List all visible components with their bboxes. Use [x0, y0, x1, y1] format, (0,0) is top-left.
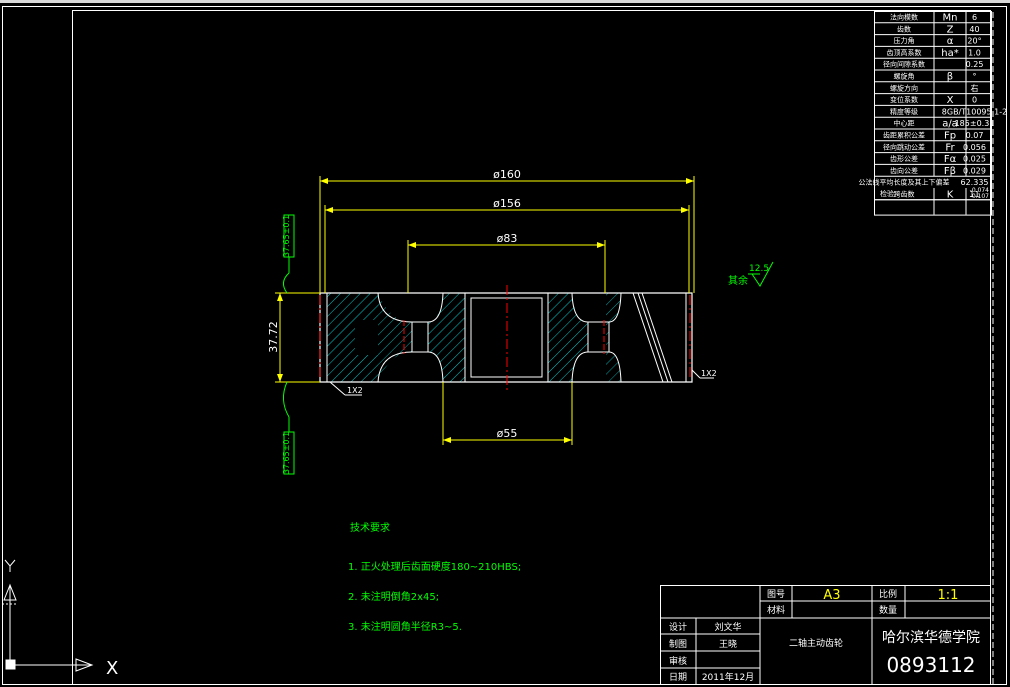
param-symbol: K	[947, 190, 954, 201]
param-symbol: Fα	[944, 154, 957, 165]
param-label: 跨齿数	[894, 190, 915, 199]
dim-d83: ø83	[497, 232, 518, 245]
tb-checker-label: 审核	[669, 655, 687, 667]
param-symbol: Fr	[945, 142, 955, 153]
note-item-3: 3. 未注明圆角半径R3~5.	[348, 620, 462, 633]
notes-title: 技术要求	[350, 521, 390, 534]
param-label: 中心距	[894, 119, 915, 128]
gear-parameter-table: 法向模数 Mn 6 齿数 Z 40 压力角 α 20° 齿顶高系数 ha* 1.0 径向间隙系数 0.25…	[859, 11, 1007, 216]
param-label: 径向跳动公差	[883, 142, 925, 151]
roughness-label: 其余	[728, 274, 748, 287]
param-value: 0.25	[966, 60, 984, 69]
tb-sheet-no-label: 图号	[767, 589, 785, 600]
tb-scale-label: 比例	[879, 588, 897, 600]
param-symbol: β	[947, 72, 953, 83]
cad-drawing: ø160 ø156 ø83 ø55 37.72 1X2 1X2 37.65±0.…	[0, 0, 1010, 685]
param-symbol: Fp	[944, 131, 956, 142]
tb-date: 2011年12月	[702, 671, 754, 683]
chamfer-left-label: 1X2	[347, 386, 363, 395]
param-value: 62.335	[961, 178, 989, 187]
param-value: 1.0	[968, 48, 981, 57]
tb-part-name: 二轴主动齿轮	[789, 637, 843, 649]
param-check-group: 检验	[880, 189, 894, 198]
outer-frame	[2, 6, 1007, 685]
param-symbol: Z	[947, 24, 954, 35]
param-label: 法向模数	[890, 13, 918, 22]
tb-material-label: 材料	[767, 604, 785, 616]
tolerance-lower: 37.65±0.1	[282, 432, 291, 474]
note-item-2: 2. 未注明倒角2x45;	[348, 590, 439, 603]
param-label: 径向间隙系数	[883, 60, 925, 69]
tb-scale: 1:1	[938, 588, 959, 603]
window-top-strip	[0, 0, 1010, 3]
param-value: 20°	[967, 37, 981, 46]
param-symbol: ha*	[941, 48, 958, 59]
tb-quantity-label: 数量	[879, 604, 897, 616]
param-value: 0	[972, 96, 977, 105]
param-label: 公法线平均长度及其上下偏差	[859, 178, 950, 187]
param-symbol: X	[947, 95, 954, 106]
gear-section	[319, 285, 693, 390]
tb-designer-label: 设计	[669, 621, 687, 633]
param-symbol: Mn	[943, 13, 958, 24]
param-value: 右	[971, 83, 979, 93]
param-label: 精度等级	[890, 107, 918, 116]
param-label: 齿数	[897, 24, 911, 33]
tolerance-upper: 37.65±0.1	[282, 215, 291, 257]
param-value: 8GB/T10095.1-2	[942, 107, 1007, 116]
tb-number: 0893112	[886, 653, 975, 677]
param-value: 185±0.31	[955, 119, 995, 128]
tb-school: 哈尔滨华德学院	[882, 630, 980, 646]
tb-drafter: 王晓	[719, 638, 737, 650]
param-value: 0.07	[966, 131, 984, 140]
dim-d156: ø156	[493, 197, 521, 210]
param-label: 齿形公差	[890, 154, 918, 163]
dim-d160: ø160	[493, 168, 521, 181]
dim-width: 37.72	[267, 321, 280, 353]
tb-date-label: 日期	[669, 672, 687, 683]
chamfer-right-label: 1X2	[701, 369, 717, 378]
tb-drafter-label: 制图	[669, 638, 687, 650]
roughness-value: 12.5	[749, 264, 769, 274]
param-value: 6	[972, 13, 977, 22]
param-label: 齿顶高系数	[887, 48, 922, 57]
note-item-1: 1. 正火处理后齿面硬度180~210HBS;	[348, 560, 521, 573]
wk-dev-lower: -0.107	[970, 193, 990, 200]
ucs-x-label: X	[106, 658, 118, 679]
tb-designer: 刘文华	[714, 621, 741, 633]
param-symbol: α	[947, 36, 954, 47]
param-label: 螺旋方向	[890, 83, 918, 92]
dim-d55: ø55	[497, 427, 518, 440]
tb-sheet-no: A3	[823, 588, 840, 603]
param-label: 螺旋角	[894, 72, 915, 81]
param-label: 变位系数	[890, 95, 918, 104]
param-value: 40	[969, 25, 979, 34]
param-label: 齿向公差	[890, 166, 918, 175]
param-symbol: Fβ	[944, 166, 956, 177]
param-label: 压力角	[894, 36, 915, 45]
inner-frame	[72, 10, 991, 685]
param-label: 齿距累积公差	[883, 131, 925, 140]
ucs-icon	[2, 559, 94, 672]
param-value: °	[973, 72, 977, 81]
